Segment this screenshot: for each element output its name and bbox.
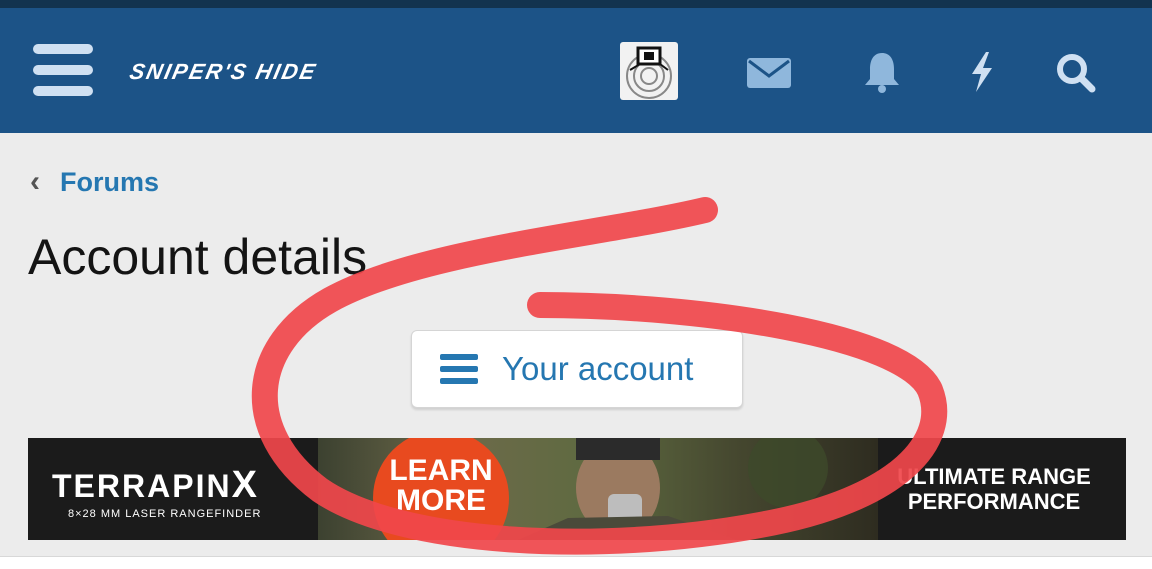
banner-subtitle: 8×28 MM LASER RANGEFINDER [68, 508, 262, 520]
bell-icon[interactable] [858, 50, 906, 94]
breadcrumb: ‹ Forums [30, 162, 159, 202]
site-logo[interactable]: SNIPER'S HIDE [126, 54, 320, 90]
menu-icon[interactable] [33, 44, 93, 96]
ad-banner[interactable]: TERRAPINX 8×28 MM LASER RANGEFINDER LEAR… [28, 438, 1126, 540]
list-icon [440, 354, 478, 384]
banner-tagline: ULTIMATE RANGE PERFORMANCE [897, 464, 1091, 514]
mail-icon[interactable] [745, 50, 793, 94]
your-account-button[interactable]: Your account [411, 330, 743, 408]
banner-brand: TERRAPINX [52, 464, 259, 506]
learn-more-badge[interactable]: LEARN MORE [373, 438, 509, 540]
breadcrumb-link-forums[interactable]: Forums [60, 167, 159, 198]
chevron-left-icon[interactable]: ‹ [30, 167, 40, 197]
content-edge [0, 556, 1152, 569]
avatar[interactable] [620, 42, 678, 100]
search-icon[interactable] [1052, 50, 1100, 94]
status-strip [0, 0, 1152, 8]
your-account-label: Your account [502, 350, 694, 387]
page-title: Account details [28, 229, 368, 285]
top-navbar: SNIPER'S HIDE [0, 8, 1152, 133]
bolt-icon[interactable] [958, 50, 1006, 94]
